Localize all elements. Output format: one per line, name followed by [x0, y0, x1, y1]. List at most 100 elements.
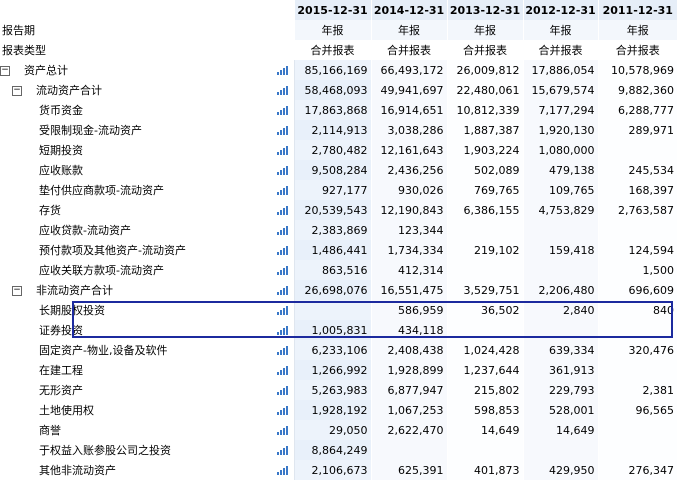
period-value: 年报	[370, 20, 448, 40]
chart-icon-cell[interactable]	[270, 100, 295, 120]
value-cell: 26,698,076	[293, 280, 372, 300]
value-cell: 2,383,869	[293, 220, 372, 240]
type-label: 报表类型	[2, 44, 46, 57]
bar-chart-icon[interactable]	[276, 366, 288, 375]
value-cell: 528,001	[522, 400, 599, 420]
bar-chart-icon[interactable]	[276, 146, 288, 155]
value-cell: 2,840	[522, 300, 599, 320]
value-cell: 58,468,093	[293, 80, 372, 100]
chart-icon-cell[interactable]	[270, 80, 295, 100]
bar-chart-icon[interactable]	[276, 206, 288, 215]
type-value: 合并报表	[293, 40, 372, 60]
row-label: 长期股权投资	[39, 304, 105, 317]
collapse-icon[interactable]: −	[12, 85, 22, 96]
bar-chart-icon[interactable]	[276, 126, 288, 135]
bar-chart-icon[interactable]	[276, 166, 288, 175]
chart-icon-cell[interactable]	[270, 160, 295, 180]
value-cell: 124,594	[597, 240, 677, 260]
bar-chart-icon[interactable]	[276, 406, 288, 415]
chart-icon-cell[interactable]	[270, 220, 295, 240]
value-cell: 5,263,983	[293, 380, 372, 400]
value-cell: 863,516	[293, 260, 372, 280]
date-header[interactable]: 2012-12-31	[522, 0, 599, 20]
bar-chart-icon[interactable]	[276, 226, 288, 235]
date-header[interactable]: 2015-12-31	[293, 0, 372, 20]
chart-icon-cell[interactable]	[270, 200, 295, 220]
value-cell: 10,812,339	[446, 100, 524, 120]
bar-chart-icon[interactable]	[276, 326, 288, 335]
value-cell: 6,288,777	[597, 100, 677, 120]
value-cell: 168,397	[597, 180, 677, 200]
bar-chart-icon[interactable]	[276, 346, 288, 355]
chart-icon-cell[interactable]	[270, 260, 295, 280]
row-label: 短期投资	[39, 144, 83, 157]
value-cell: 625,391	[370, 460, 448, 480]
value-cell: 1,024,428	[446, 340, 524, 360]
table-row: 其他非流动资产 2,106,673 625,391 401,873 429,95…	[0, 460, 677, 480]
chart-icon-cell[interactable]	[270, 320, 295, 340]
bar-chart-icon[interactable]	[276, 466, 288, 475]
value-cell: 1,928,192	[293, 400, 372, 420]
date-header[interactable]: 2014-12-31	[370, 0, 448, 20]
table-row: 应收关联方款项-流动资产 863,516 412,314 1,500	[0, 260, 677, 280]
chart-icon-cell[interactable]	[270, 120, 295, 140]
period-label: 报告期	[2, 24, 35, 37]
value-cell: 1,486,441	[293, 240, 372, 260]
value-cell	[446, 320, 524, 340]
chart-icon-cell[interactable]	[270, 60, 295, 80]
value-cell: 245,534	[597, 160, 677, 180]
date-header[interactable]: 2013-12-31	[446, 0, 524, 20]
chart-icon-cell[interactable]	[270, 300, 295, 320]
collapse-icon[interactable]: −	[0, 65, 10, 76]
expand-toggle-cell[interactable]: −	[12, 80, 24, 100]
bar-chart-icon[interactable]	[276, 246, 288, 255]
bar-chart-icon[interactable]	[276, 426, 288, 435]
row-label: 于权益入账参股公司之投资	[39, 444, 171, 457]
value-cell	[446, 220, 524, 240]
bar-chart-icon[interactable]	[276, 386, 288, 395]
value-cell: 2,622,470	[370, 420, 448, 440]
table-row: 受限制现金-流动资产 2,114,913 3,038,286 1,887,387…	[0, 120, 677, 140]
bar-chart-icon[interactable]	[276, 106, 288, 115]
chart-icon-cell[interactable]	[270, 280, 295, 300]
value-cell	[446, 440, 524, 460]
chart-icon-cell[interactable]	[270, 400, 295, 420]
chart-icon-cell[interactable]	[270, 360, 295, 380]
value-cell: 29,050	[293, 420, 372, 440]
expand-toggle-cell[interactable]: −	[12, 280, 24, 300]
bar-chart-icon[interactable]	[276, 86, 288, 95]
bar-chart-icon[interactable]	[276, 306, 288, 315]
bar-chart-icon[interactable]	[276, 286, 288, 295]
value-cell: 3,038,286	[370, 120, 448, 140]
value-cell: 2,106,673	[293, 460, 372, 480]
chart-icon-cell[interactable]	[270, 460, 295, 480]
table-row: 无形资产 5,263,983 6,877,947 215,802 229,793…	[0, 380, 677, 400]
row-label: 货币资金	[39, 104, 83, 117]
value-cell: 85,166,169	[293, 60, 372, 80]
chart-icon-cell[interactable]	[270, 180, 295, 200]
bar-chart-icon[interactable]	[276, 186, 288, 195]
bar-chart-icon[interactable]	[276, 266, 288, 275]
bar-chart-icon[interactable]	[276, 446, 288, 455]
table-row: 应收账款 9,508,284 2,436,256 502,089 479,138…	[0, 160, 677, 180]
chart-icon-cell[interactable]	[270, 140, 295, 160]
chart-icon-cell[interactable]	[270, 380, 295, 400]
value-cell: 123,344	[370, 220, 448, 240]
value-cell: 3,529,751	[446, 280, 524, 300]
bar-chart-icon[interactable]	[276, 66, 288, 75]
date-header[interactable]: 2011-12-31	[597, 0, 677, 20]
value-cell: 434,118	[370, 320, 448, 340]
chart-icon-cell[interactable]	[270, 340, 295, 360]
value-cell: 586,959	[370, 300, 448, 320]
value-cell: 36,502	[446, 300, 524, 320]
row-label: 应收贷款-流动资产	[39, 224, 131, 237]
expand-toggle-cell[interactable]: −	[0, 60, 12, 80]
chart-icon-cell[interactable]	[270, 240, 295, 260]
value-cell: 215,802	[446, 380, 524, 400]
chart-icon-cell[interactable]	[270, 440, 295, 460]
chart-icon-cell[interactable]	[270, 420, 295, 440]
row-label: 资产总计	[24, 64, 68, 77]
value-cell: 1,887,387	[446, 120, 524, 140]
collapse-icon[interactable]: −	[12, 285, 22, 296]
value-cell: 2,408,438	[370, 340, 448, 360]
